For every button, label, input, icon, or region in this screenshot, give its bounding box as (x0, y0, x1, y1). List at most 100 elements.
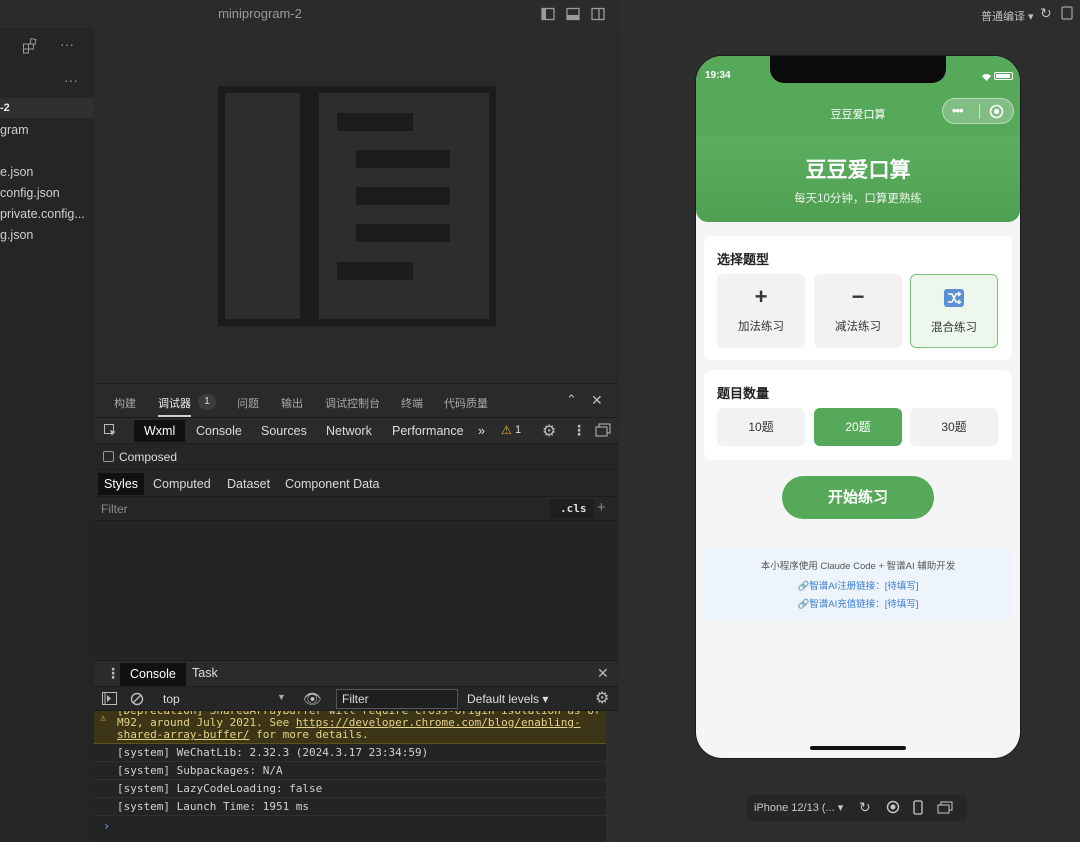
warning-count[interactable]: 1 (515, 424, 521, 436)
count-10-button[interactable]: 10题 (717, 408, 805, 446)
tab-component-data[interactable]: Component Data (285, 477, 380, 491)
record-icon[interactable] (886, 800, 900, 817)
battery-fill (996, 74, 1010, 78)
recharge-link[interactable]: 🔗智谱AI充值链接：[待填写] (704, 596, 1012, 610)
new-style-rule-icon[interactable]: + (597, 499, 606, 516)
dock-side-icon[interactable] (595, 423, 611, 440)
tab-code-quality[interactable]: 代码质量 (444, 395, 488, 411)
clear-console-icon[interactable] (130, 692, 144, 709)
console-toolbar: top ▼ 👁 Filter Default levels ▾ ⚙ (94, 686, 618, 711)
tab-performance[interactable]: Performance (392, 424, 464, 438)
sidebar-toggle-icon[interactable] (540, 6, 556, 22)
file-item[interactable]: gram (0, 120, 28, 140)
hero-title: 豆豆爱口算 (805, 159, 911, 182)
editor-logo-icon (218, 86, 496, 326)
tab-wxml[interactable]: Wxml (134, 420, 186, 442)
debugger-tab-bar: 构建 调试器 1 问题 输出 调试控制台 终端 代码质量 ⌃ ✕ (94, 383, 618, 417)
split-editor-icon[interactable] (590, 6, 606, 22)
styles-filter-input[interactable]: Filter (101, 502, 128, 516)
close-panel-icon[interactable]: ✕ (591, 392, 603, 409)
live-expression-eye-icon[interactable]: 👁 (303, 690, 322, 708)
tab-output[interactable]: 输出 (281, 395, 303, 411)
kebab-menu-icon[interactable]: ⋮ (572, 422, 586, 439)
title-bar: miniprogram-2 (0, 0, 618, 28)
tab-computed[interactable]: Computed (153, 477, 211, 491)
rotate-icon[interactable]: ↻ (859, 799, 871, 816)
file-item[interactable]: g.json (0, 225, 33, 245)
count-20-button[interactable]: 20题 (814, 408, 902, 446)
tab-terminal[interactable]: 终端 (401, 395, 423, 411)
type-card: 选择题型 + 加法练习 − 减法练习 混合练习 (704, 236, 1012, 360)
capsule-more-icon[interactable]: ••• (952, 103, 964, 118)
explorer-more-icon[interactable]: ··· (64, 72, 78, 88)
file-item[interactable]: config.json (0, 183, 60, 203)
type-section-title: 选择题型 (717, 252, 770, 267)
start-practice-button[interactable]: 开始练习 (782, 476, 934, 519)
device-select[interactable]: iPhone 12/13 (... ▾ (754, 801, 843, 814)
detach-window-icon[interactable] (937, 801, 953, 817)
register-link[interactable]: 🔗智谱AI注册链接：[待填写] (704, 578, 1012, 592)
type-label: 加法练习 (738, 321, 784, 333)
tab-build[interactable]: 构建 (114, 395, 136, 411)
battery-icon (994, 72, 1013, 80)
stop-icon[interactable] (1061, 6, 1073, 23)
settings-gear-icon[interactable]: ⚙ (542, 421, 556, 441)
addition-practice-button[interactable]: + 加法练习 (717, 274, 805, 348)
refresh-icon[interactable]: ↻ (1040, 5, 1052, 22)
type-label: 混合练习 (931, 322, 977, 334)
extensions-icon[interactable] (22, 38, 38, 57)
capsule-menu: ••• (942, 98, 1014, 124)
mixed-practice-button[interactable]: 混合练习 (910, 274, 998, 348)
context-select[interactable]: top (163, 692, 180, 706)
tab-styles[interactable]: Styles (98, 473, 145, 495)
inspect-element-icon[interactable] (103, 423, 118, 441)
footer-note: 本小程序使用 Claude Code + 智谱AI 辅助开发 🔗智谱AI注册链接… (704, 548, 1012, 622)
drawer-tab-console[interactable]: Console (120, 663, 186, 687)
tab-network[interactable]: Network (326, 424, 372, 438)
compile-mode-select[interactable]: 普通编译 ▾ (981, 8, 1034, 24)
home-indicator (810, 746, 906, 750)
show-sidebar-icon[interactable] (102, 692, 117, 708)
capsule-close-icon[interactable] (989, 104, 1004, 122)
panel-toggle-icon[interactable] (565, 6, 581, 22)
composed-checkbox[interactable] (103, 451, 114, 462)
nav-bar: 豆豆爱口算 ••• (696, 92, 1020, 136)
shuffle-icon (911, 287, 997, 309)
console-prompt[interactable]: › (103, 819, 110, 833)
simulator-toolbar: 普通编译 ▾ ↻ (619, 0, 1080, 28)
cls-toggle-button[interactable]: .cls (550, 499, 594, 518)
tab-dataset[interactable]: Dataset (227, 477, 270, 491)
styles-pane-body (94, 521, 618, 660)
drawer-menu-icon[interactable]: ⋮ (106, 665, 120, 682)
type-label: 减法练习 (835, 321, 881, 333)
more-tabs-icon[interactable]: » (478, 424, 485, 438)
capsule-divider (979, 104, 980, 119)
warning-icon[interactable]: ⚠ (501, 423, 512, 437)
drawer-tab-task[interactable]: Task (192, 666, 218, 680)
count-30-button[interactable]: 30题 (910, 408, 998, 446)
console-scrollbar[interactable] (606, 711, 618, 842)
collapse-panel-icon[interactable]: ⌃ (566, 392, 577, 408)
console-drawer-tabs: ⋮ Console Task ✕ (94, 660, 618, 687)
tab-debugger[interactable]: 调试器 (158, 395, 191, 417)
context-dropdown-icon[interactable]: ▼ (277, 692, 286, 702)
phone-mode-icon[interactable] (913, 800, 923, 818)
tab-sources[interactable]: Sources (261, 424, 307, 438)
project-folder[interactable]: -2 (0, 98, 94, 118)
count-card: 题目数量 10题 20题 30题 (704, 370, 1012, 460)
styles-filter-row: Filter .cls + (94, 497, 618, 521)
drawer-close-icon[interactable]: ✕ (597, 665, 609, 682)
subtraction-practice-button[interactable]: − 减法练习 (814, 274, 902, 348)
tab-debug-console[interactable]: 调试控制台 (325, 395, 380, 411)
log-levels-select[interactable]: Default levels ▾ (467, 692, 548, 706)
console-settings-icon[interactable]: ⚙ (595, 688, 609, 708)
console-filter-input[interactable]: Filter (336, 689, 458, 709)
plus-icon: + (754, 284, 768, 309)
debugger-badge: 1 (198, 394, 216, 410)
more-actions-icon[interactable]: ··· (60, 36, 74, 52)
file-item[interactable]: private.config... (0, 204, 85, 224)
file-item[interactable]: e.json (0, 162, 33, 182)
warning-icon: ⚠ (100, 713, 107, 724)
tab-console[interactable]: Console (196, 424, 242, 438)
tab-problems[interactable]: 问题 (237, 395, 259, 411)
